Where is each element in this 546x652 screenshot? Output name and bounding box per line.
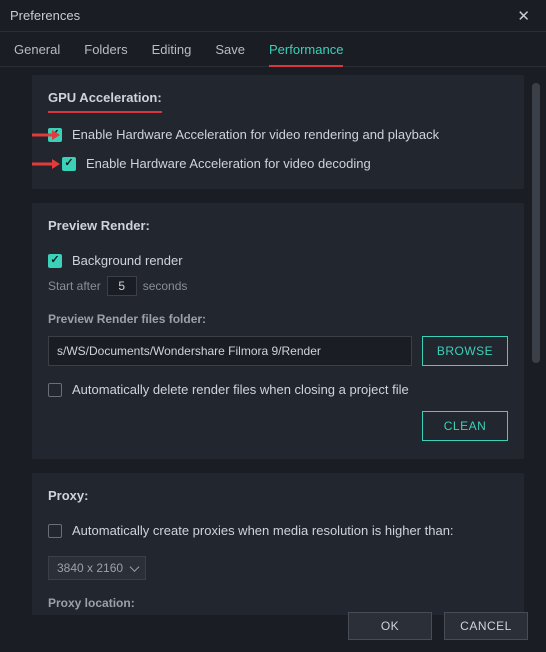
label-auto-delete: Automatically delete render files when c… xyxy=(72,382,409,397)
arrow-icon xyxy=(32,157,60,171)
proxy-title: Proxy: xyxy=(48,488,88,509)
input-render-folder[interactable] xyxy=(48,336,412,366)
row-folder-path: BROWSE xyxy=(48,336,508,366)
label-start-after-prefix: Start after xyxy=(48,279,101,293)
window-title: Preferences xyxy=(10,8,80,23)
tab-editing[interactable]: Editing xyxy=(152,42,192,66)
preview-title: Preview Render: xyxy=(48,218,150,239)
row-gpu-render: Enable Hardware Acceleration for video r… xyxy=(48,127,508,142)
row-folder-label: Preview Render files folder: xyxy=(48,312,508,326)
titlebar: Preferences ✕ xyxy=(0,0,546,32)
row-clean: CLEAN xyxy=(48,411,508,441)
row-bg-render: Background render xyxy=(48,253,508,268)
label-start-after-suffix: seconds xyxy=(143,279,188,293)
row-start-after: Start after seconds xyxy=(48,276,508,296)
footer: OK CANCEL xyxy=(348,612,528,640)
row-auto-delete: Automatically delete render files when c… xyxy=(48,382,508,397)
label-gpu-render: Enable Hardware Acceleration for video r… xyxy=(72,127,439,142)
ok-button[interactable]: OK xyxy=(348,612,432,640)
checkbox-auto-proxy[interactable] xyxy=(48,524,62,538)
label-proxy-location: Proxy location: xyxy=(48,596,135,610)
tab-save[interactable]: Save xyxy=(215,42,245,66)
select-proxy-res-value: 3840 x 2160 xyxy=(57,561,123,575)
close-icon[interactable]: ✕ xyxy=(511,5,536,27)
section-gpu: GPU Acceleration: Enable Hardware Accele… xyxy=(32,75,524,189)
checkbox-gpu-decode[interactable] xyxy=(62,157,76,171)
row-auto-proxy: Automatically create proxies when media … xyxy=(48,523,508,538)
checkbox-bg-render[interactable] xyxy=(48,254,62,268)
label-render-folder: Preview Render files folder: xyxy=(48,312,206,326)
tab-performance[interactable]: Performance xyxy=(269,42,343,67)
cancel-button[interactable]: CANCEL xyxy=(444,612,528,640)
section-proxy: Proxy: Automatically create proxies when… xyxy=(32,473,524,615)
tabs: General Folders Editing Save Performance xyxy=(0,32,546,67)
gpu-title: GPU Acceleration: xyxy=(48,90,162,113)
scrollbar[interactable] xyxy=(532,83,540,363)
input-start-after[interactable] xyxy=(107,276,137,296)
browse-render-button[interactable]: BROWSE xyxy=(422,336,508,366)
label-bg-render: Background render xyxy=(72,253,183,268)
label-auto-proxy: Automatically create proxies when media … xyxy=(72,523,454,538)
checkbox-gpu-render[interactable] xyxy=(48,128,62,142)
row-proxy-loc-label: Proxy location: xyxy=(48,596,508,610)
select-proxy-res[interactable]: 3840 x 2160 xyxy=(48,556,146,580)
row-gpu-decode: Enable Hardware Acceleration for video d… xyxy=(48,156,508,171)
clean-button[interactable]: CLEAN xyxy=(422,411,508,441)
row-proxy-res: 3840 x 2160 xyxy=(48,556,508,580)
tab-general[interactable]: General xyxy=(14,42,60,66)
section-preview: Preview Render: Background render Start … xyxy=(32,203,524,459)
checkbox-auto-delete[interactable] xyxy=(48,383,62,397)
content: GPU Acceleration: Enable Hardware Accele… xyxy=(32,75,524,615)
tab-folders[interactable]: Folders xyxy=(84,42,127,66)
label-gpu-decode: Enable Hardware Acceleration for video d… xyxy=(86,156,371,171)
